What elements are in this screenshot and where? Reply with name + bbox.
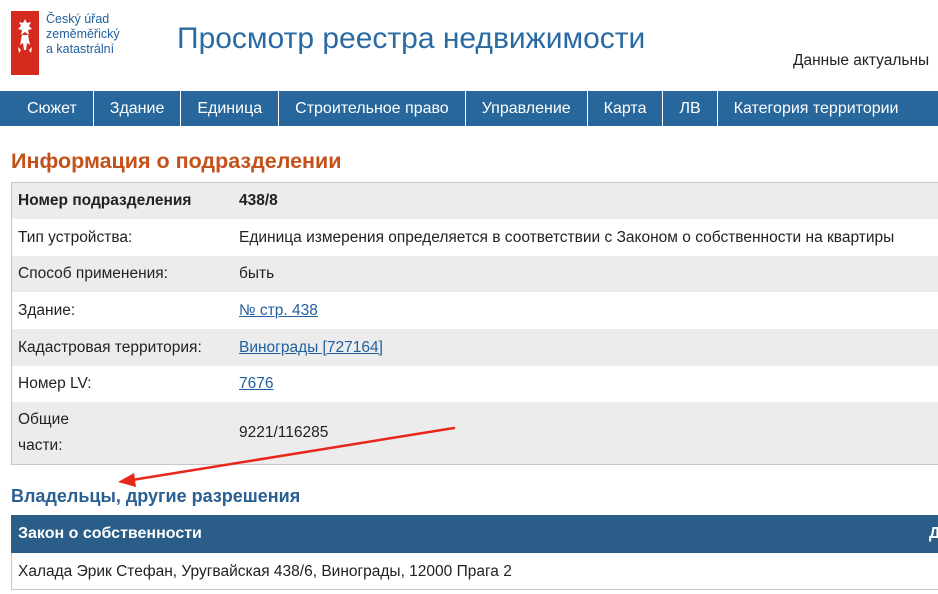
info-label: Тип устройства: — [18, 228, 133, 246]
info-label: Номер LV: — [18, 375, 92, 392]
info-label: Общие части: — [18, 411, 69, 454]
building-link[interactable]: № стр. 438 — [239, 302, 318, 319]
owner-entry: Халада Эрик Стефан, Уругвайская 438/6, В… — [18, 563, 512, 580]
nav-item-unit[interactable]: Единица — [181, 91, 280, 126]
unit-info-title: Информация о подразделении — [11, 149, 342, 173]
lion-emblem-icon — [18, 19, 32, 53]
nav-item-lv[interactable]: ЛВ — [663, 91, 718, 126]
nav-item-management[interactable]: Управление — [466, 91, 588, 126]
column-header-ownership: Закон о собственности — [18, 525, 202, 542]
main-navigation: Сюжет Здание Единица Строительное право … — [0, 91, 938, 126]
site-title: Просмотр реестра недвижимости — [177, 22, 646, 55]
lv-number-link[interactable]: 7676 — [239, 375, 273, 392]
info-label: Способ применения: — [18, 265, 168, 282]
cuzk-logo[interactable] — [11, 11, 39, 75]
info-row-unit-number: Номер подразделения 438/8 — [12, 183, 938, 219]
info-row-building: Здание: № стр. 438 — [12, 292, 938, 329]
info-value: 9221/116285 — [239, 424, 329, 441]
owners-title: Владельцы, другие разрешения — [11, 486, 301, 506]
nav-item-plot[interactable]: Сюжет — [0, 91, 94, 126]
column-header-share: Д — [929, 525, 938, 542]
info-label: Номер подразделения — [18, 192, 192, 209]
info-label: Кадастровая территория: — [18, 338, 202, 356]
data-freshness-note: Данные актуальны — [793, 52, 930, 69]
nav-item-building-right[interactable]: Строительное право — [279, 91, 466, 126]
nav-item-building[interactable]: Здание — [94, 91, 182, 126]
owners-table-header: Закон о собственности Д — [11, 515, 938, 553]
info-row-unit-type: Тип устройства: Единица измерения опреде… — [12, 219, 938, 256]
info-row-common-parts: Общие части: 9221/116285 — [12, 402, 938, 464]
info-label: Здание: — [18, 301, 76, 319]
cadastral-area-link[interactable]: Винограды [727164] — [239, 339, 383, 356]
logo-text[interactable]: Český úřad zeměměřický a katastrální — [46, 12, 156, 57]
info-value: быть — [239, 265, 275, 282]
info-value: 438/8 — [239, 192, 278, 209]
table-row: Халада Эрик Стефан, Уругвайская 438/6, В… — [11, 553, 938, 590]
info-value: Единица измерения определяется в соответ… — [239, 228, 895, 246]
info-row-lv-number: Номер LV: 7676 — [12, 366, 938, 402]
nav-item-cadastral-area[interactable]: Категория территории — [718, 91, 915, 126]
nav-item-map[interactable]: Карта — [588, 91, 664, 126]
info-row-cadastral-area: Кадастровая территория: Винограды [72716… — [12, 329, 938, 366]
unit-info-table: Номер подразделения 438/8 Тип устройства… — [11, 182, 938, 465]
info-row-usage: Способ применения: быть — [12, 256, 938, 292]
site-header: Český úřad zeměměřický a katastrální Про… — [0, 0, 938, 90]
